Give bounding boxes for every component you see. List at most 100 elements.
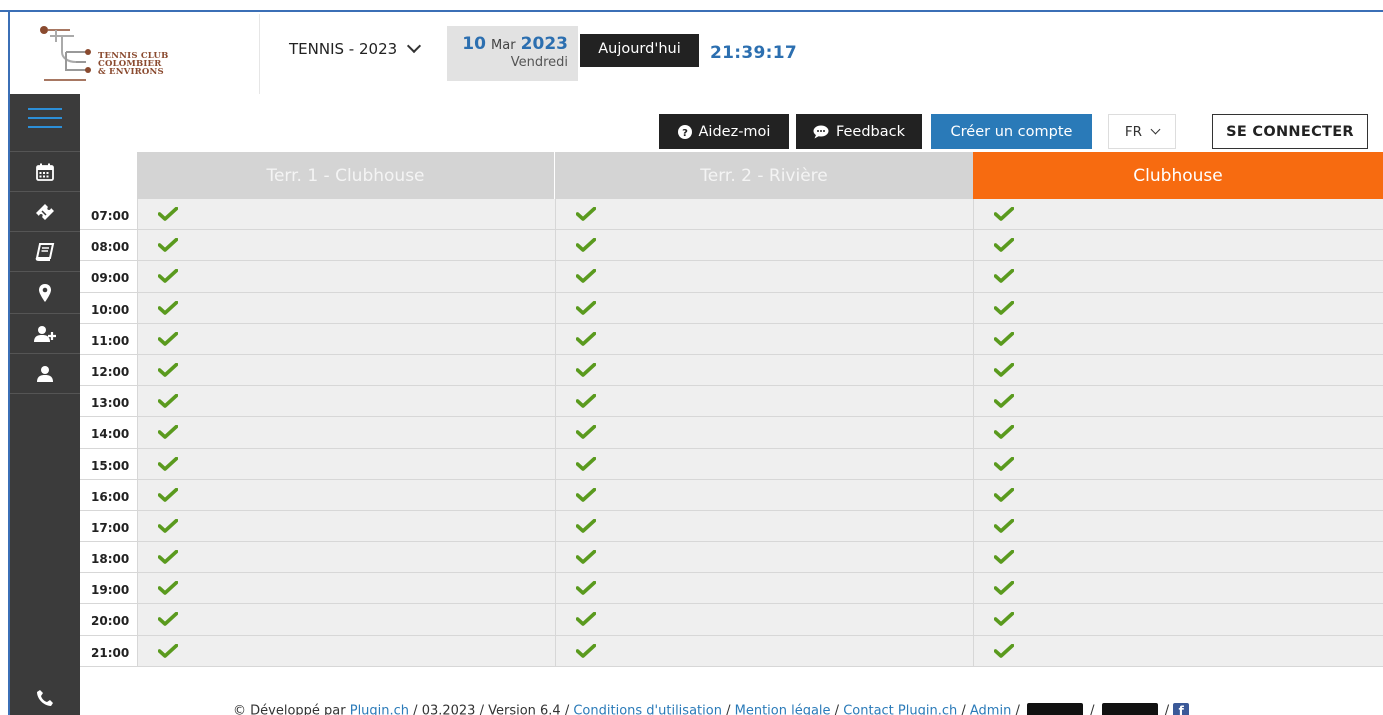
slot-cell[interactable]	[137, 417, 555, 448]
slot-cell[interactable]	[555, 542, 973, 573]
slot-cell[interactable]	[555, 230, 973, 261]
slot-cell[interactable]	[555, 292, 973, 323]
google-play-badge[interactable]	[1026, 703, 1083, 715]
feedback-button[interactable]: Feedback	[796, 114, 922, 149]
slot-cell[interactable]	[555, 635, 973, 666]
menu-toggle[interactable]	[10, 94, 80, 152]
developer-link[interactable]: Plugin.ch	[350, 704, 409, 715]
feedback-label: Feedback	[835, 123, 906, 140]
facebook-icon[interactable]: f	[1173, 703, 1190, 715]
contact-link[interactable]: Contact Plugin.ch	[843, 704, 957, 715]
check-icon	[158, 425, 178, 440]
time-label: 14:00	[80, 417, 137, 448]
footer-separator: /	[1160, 703, 1174, 715]
slot-cell[interactable]	[555, 448, 973, 479]
slot-cell[interactable]	[555, 354, 973, 386]
check-icon	[994, 425, 1014, 440]
footer-separator: /	[1011, 703, 1024, 715]
court-header-clubhouse[interactable]: Clubhouse	[973, 152, 1383, 199]
check-icon	[576, 581, 596, 596]
slot-cell[interactable]	[555, 261, 973, 292]
sidebar-item-location[interactable]	[10, 272, 80, 314]
footer-separator: /	[830, 703, 844, 715]
season-label: TENNIS - 2023	[289, 40, 398, 58]
sidebar-item-book[interactable]	[10, 232, 80, 272]
language-select[interactable]: FR	[1108, 114, 1176, 149]
slot-cell[interactable]	[973, 479, 1383, 510]
check-icon	[576, 487, 596, 502]
slot-cell[interactable]	[973, 417, 1383, 448]
slot-cell[interactable]	[555, 199, 973, 230]
footer-separator: /	[1085, 703, 1099, 715]
slot-cell[interactable]	[973, 510, 1383, 542]
sidebar-item-tickets[interactable]	[10, 192, 80, 232]
time-slot-rows: 07:00 08:00 09:00 10:00 11:00 12:00 13:00 14:00…	[80, 199, 1383, 667]
date-picker[interactable]: 10 Mar 2023 Vendredi	[447, 26, 578, 81]
court-header-terr2[interactable]: Terr. 2 - Rivière	[555, 152, 973, 199]
slot-cell[interactable]	[973, 635, 1383, 666]
slot-cell[interactable]	[137, 230, 555, 261]
slot-cell[interactable]	[555, 604, 973, 635]
slot-cell[interactable]	[973, 230, 1383, 261]
court-header-terr1[interactable]: Terr. 1 - Clubhouse	[137, 152, 555, 199]
sidebar-item-calendar[interactable]	[10, 152, 80, 192]
slot-cell[interactable]	[137, 604, 555, 635]
slot-cell[interactable]	[973, 386, 1383, 417]
slot-cell[interactable]	[137, 261, 555, 292]
menu-icon	[28, 108, 62, 128]
slot-cell[interactable]	[137, 479, 555, 510]
slot-cell[interactable]	[555, 510, 973, 542]
contact-phone-button[interactable]	[10, 680, 80, 715]
slot-cell[interactable]	[137, 292, 555, 323]
slot-cell[interactable]	[555, 417, 973, 448]
slot-cell[interactable]	[137, 354, 555, 386]
today-button[interactable]: Aujourd'hui	[580, 34, 699, 67]
time-label: 16:00	[80, 479, 137, 510]
slot-cell[interactable]	[137, 199, 555, 230]
svg-text:?: ?	[682, 128, 688, 139]
map-pin-icon	[39, 283, 51, 302]
slot-cell[interactable]	[137, 542, 555, 573]
slot-cell[interactable]	[137, 510, 555, 542]
terms-link[interactable]: Conditions d'utilisation	[573, 704, 722, 715]
slot-cell[interactable]	[973, 604, 1383, 635]
time-slot-row: 18:00	[80, 542, 1383, 574]
time-slot-row: 17:00	[80, 510, 1383, 543]
slot-cell[interactable]	[973, 292, 1383, 323]
check-icon	[576, 612, 596, 627]
sidebar-item-account[interactable]	[10, 354, 80, 394]
help-button[interactable]: ? Aidez-moi	[659, 114, 789, 149]
slot-cell[interactable]	[973, 542, 1383, 573]
slot-cell[interactable]	[973, 354, 1383, 386]
time-label: 19:00	[80, 573, 137, 604]
create-account-button[interactable]: Créer un compte	[931, 114, 1092, 149]
check-icon	[158, 300, 178, 315]
slot-cell[interactable]	[137, 386, 555, 417]
check-icon	[994, 238, 1014, 252]
slot-cell[interactable]	[137, 323, 555, 354]
time-slot-row: 07:00	[80, 199, 1383, 231]
slot-cell[interactable]	[137, 448, 555, 479]
check-icon	[994, 581, 1014, 596]
check-icon	[576, 362, 596, 377]
slot-cell[interactable]	[137, 573, 555, 604]
slot-cell[interactable]	[973, 573, 1383, 604]
app-store-badge[interactable]	[1101, 703, 1158, 715]
check-icon	[158, 394, 178, 408]
check-icon	[994, 612, 1014, 627]
legal-link[interactable]: Mention légale	[735, 704, 831, 715]
slot-cell[interactable]	[555, 479, 973, 510]
admin-link[interactable]: Admin	[970, 704, 1011, 715]
slot-cell[interactable]	[973, 323, 1383, 354]
sidebar-item-add-user[interactable]	[10, 314, 80, 354]
slot-cell[interactable]	[555, 386, 973, 417]
slot-cell[interactable]	[137, 635, 555, 666]
season-select[interactable]: TENNIS - 2023	[289, 38, 422, 58]
slot-cell[interactable]	[973, 261, 1383, 292]
slot-cell[interactable]	[555, 573, 973, 604]
club-logo[interactable]: TENNIS CLUB COLOMBIER & ENVIRONS	[10, 14, 260, 94]
slot-cell[interactable]	[555, 323, 973, 354]
login-button[interactable]: SE CONNECTER	[1212, 114, 1368, 149]
slot-cell[interactable]	[973, 199, 1383, 230]
slot-cell[interactable]	[973, 448, 1383, 479]
